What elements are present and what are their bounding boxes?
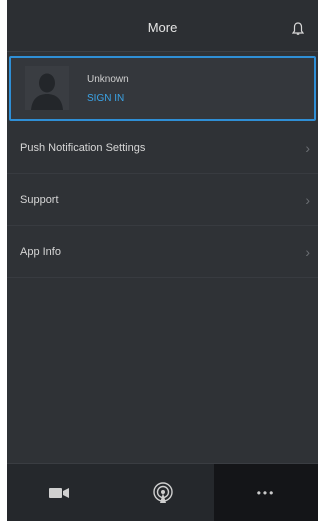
menu-item-label: App Info bbox=[20, 246, 61, 258]
menu-item-app-info[interactable]: App Info › bbox=[7, 226, 318, 278]
page-title: More bbox=[147, 20, 178, 35]
menu-item-label: Support bbox=[20, 194, 59, 206]
chevron-right-icon: › bbox=[305, 192, 310, 208]
more-dots-icon: ••• bbox=[256, 486, 276, 500]
chevron-right-icon: › bbox=[305, 244, 310, 260]
account-name: Unknown bbox=[87, 74, 129, 85]
broadcast-tower-icon bbox=[153, 482, 173, 503]
video-camera-icon bbox=[49, 488, 69, 498]
top-bar: More bbox=[7, 0, 318, 52]
tab-more[interactable]: ••• bbox=[214, 464, 318, 521]
menu-item-support[interactable]: Support › bbox=[7, 174, 318, 226]
tab-video[interactable] bbox=[7, 464, 111, 521]
sign-in-link[interactable]: SIGN IN bbox=[87, 93, 124, 104]
bell-icon[interactable] bbox=[292, 22, 304, 36]
account-card[interactable]: Unknown SIGN IN bbox=[9, 56, 316, 121]
avatar bbox=[25, 66, 69, 110]
app-screen: More Unknown SIGN IN Push Notification S… bbox=[7, 0, 318, 521]
chevron-right-icon: › bbox=[305, 140, 310, 156]
menu-item-push-notification-settings[interactable]: Push Notification Settings › bbox=[7, 122, 318, 174]
menu-item-label: Push Notification Settings bbox=[20, 142, 146, 154]
bottom-tab-bar: ••• bbox=[7, 463, 318, 521]
person-silhouette-icon bbox=[25, 66, 69, 110]
tab-live[interactable] bbox=[111, 464, 215, 521]
